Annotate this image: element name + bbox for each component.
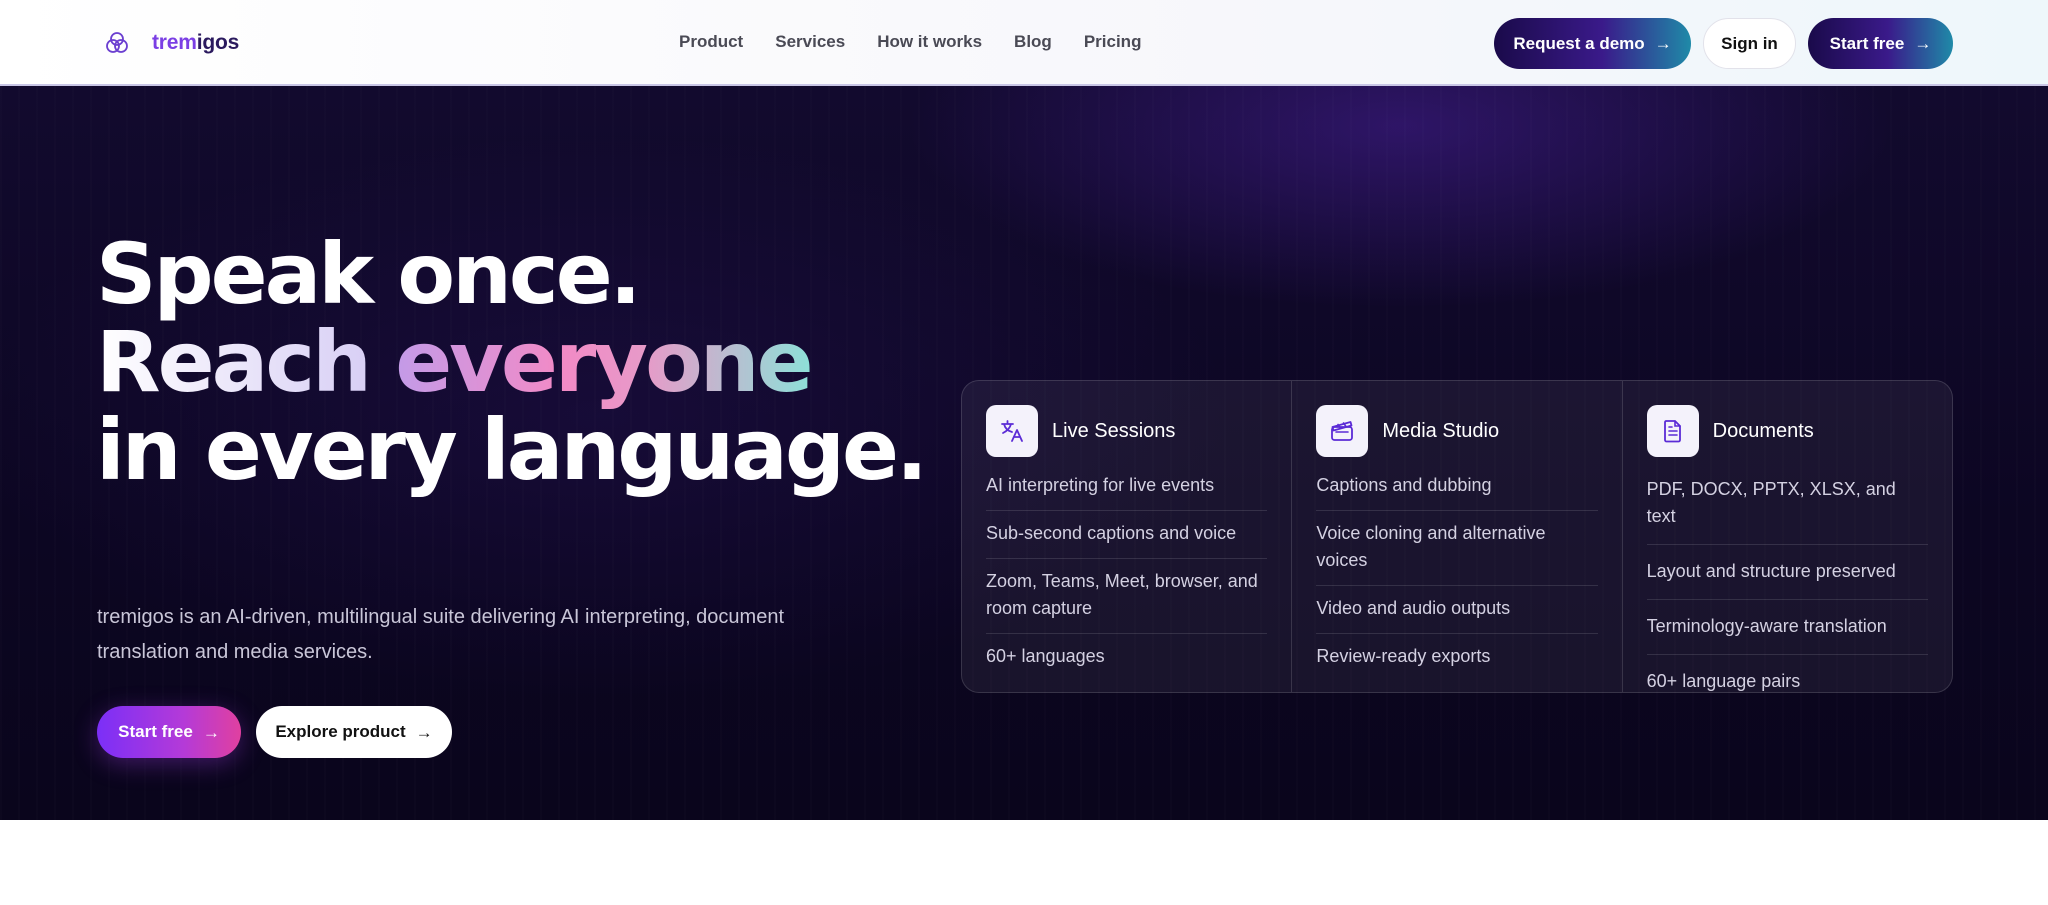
main-nav: Product Services How it works Blog Prici… xyxy=(679,32,1141,52)
start-free-header-button[interactable]: Start free → xyxy=(1808,18,1953,69)
features-card: Live Sessions AI interpreting for live e… xyxy=(961,380,1953,693)
start-free-header-label: Start free xyxy=(1829,33,1905,53)
list-item: Zoom, Teams, Meet, browser, and room cap… xyxy=(986,559,1268,634)
feature-title: Live Sessions xyxy=(1052,419,1176,442)
sign-in-label: Sign in xyxy=(1721,33,1778,53)
translate-icon xyxy=(986,405,1038,457)
list-item: Terminology-aware translation xyxy=(1646,600,1928,655)
arrow-right-icon: → xyxy=(415,722,433,742)
explore-product-button[interactable]: Explore product → xyxy=(256,706,452,758)
explore-product-label: Explore product xyxy=(275,722,406,741)
list-item: Video and audio outputs xyxy=(1316,586,1598,634)
headline-reach: Reach xyxy=(96,313,372,411)
headline-line-2: Reach everyone xyxy=(96,318,925,406)
feature-header: Documents xyxy=(1646,405,1928,457)
list-item: Layout and structure preserved xyxy=(1646,545,1928,600)
nav-services[interactable]: Services xyxy=(775,32,845,52)
hero-section: Speak once. Reach everyone in every lang… xyxy=(0,86,2048,820)
feature-documents: Documents PDF, DOCX, PPTX, XLSX, and tex… xyxy=(1621,381,1952,692)
feature-title: Documents xyxy=(1712,419,1814,442)
feature-list: AI interpreting for live events Sub-seco… xyxy=(986,463,1268,681)
nav-blog[interactable]: Blog xyxy=(1014,32,1052,52)
list-item: PDF, DOCX, PPTX, XLSX, and text xyxy=(1646,463,1928,545)
list-item: 60+ language pairs xyxy=(1646,671,1801,691)
feature-live-sessions: Live Sessions AI interpreting for live e… xyxy=(962,381,1291,692)
logo-icon xyxy=(100,26,134,60)
list-item: 60+ languages xyxy=(986,646,1105,666)
list-item: AI interpreting for live events xyxy=(986,463,1268,511)
arrow-right-icon: → xyxy=(202,722,220,742)
site-header: tremigos Product Services How it works B… xyxy=(0,0,2048,86)
headline-line-1: Speak once. xyxy=(96,225,642,323)
clapperboard-icon xyxy=(1316,405,1369,457)
feature-header: Live Sessions xyxy=(986,405,1267,457)
logo[interactable]: tremigos xyxy=(100,26,239,60)
feature-header: Media Studio xyxy=(1316,405,1597,457)
hero-headline: Speak once. Reach everyone in every lang… xyxy=(96,225,928,499)
headline-everyone: everyone xyxy=(395,313,813,411)
nav-pricing[interactable]: Pricing xyxy=(1084,32,1142,52)
page-below-fold xyxy=(0,820,2048,905)
sign-in-button[interactable]: Sign in xyxy=(1703,18,1796,69)
start-free-button[interactable]: Start free → xyxy=(97,706,241,758)
logo-wordmark: tremigos xyxy=(152,31,240,54)
feature-list: Captions and dubbing Voice cloning and a… xyxy=(1316,463,1598,681)
headline-line-3: in every language. xyxy=(96,401,928,499)
request-demo-button[interactable]: Request a demo → xyxy=(1494,18,1691,69)
nav-product[interactable]: Product xyxy=(679,32,743,52)
arrow-right-icon: → xyxy=(1654,34,1672,53)
list-item: Voice cloning and alternative voices xyxy=(1316,511,1598,586)
arrow-right-icon: → xyxy=(1914,34,1932,53)
hero-subtitle: tremigos is an AI-driven, multilingual s… xyxy=(97,606,785,663)
request-demo-label: Request a demo xyxy=(1513,33,1645,53)
list-item: Sub-second captions and voice xyxy=(986,511,1268,559)
nav-how-it-works[interactable]: How it works xyxy=(877,32,982,52)
start-free-label: Start free xyxy=(118,722,193,741)
list-item: Captions and dubbing xyxy=(1316,463,1598,511)
list-item: Review-ready exports xyxy=(1316,646,1491,666)
feature-title: Media Studio xyxy=(1382,419,1500,442)
document-icon xyxy=(1646,405,1699,457)
feature-media-studio: Media Studio Captions and dubbing Voice … xyxy=(1291,381,1621,692)
feature-list: PDF, DOCX, PPTX, XLSX, and text Layout a… xyxy=(1646,463,1928,709)
